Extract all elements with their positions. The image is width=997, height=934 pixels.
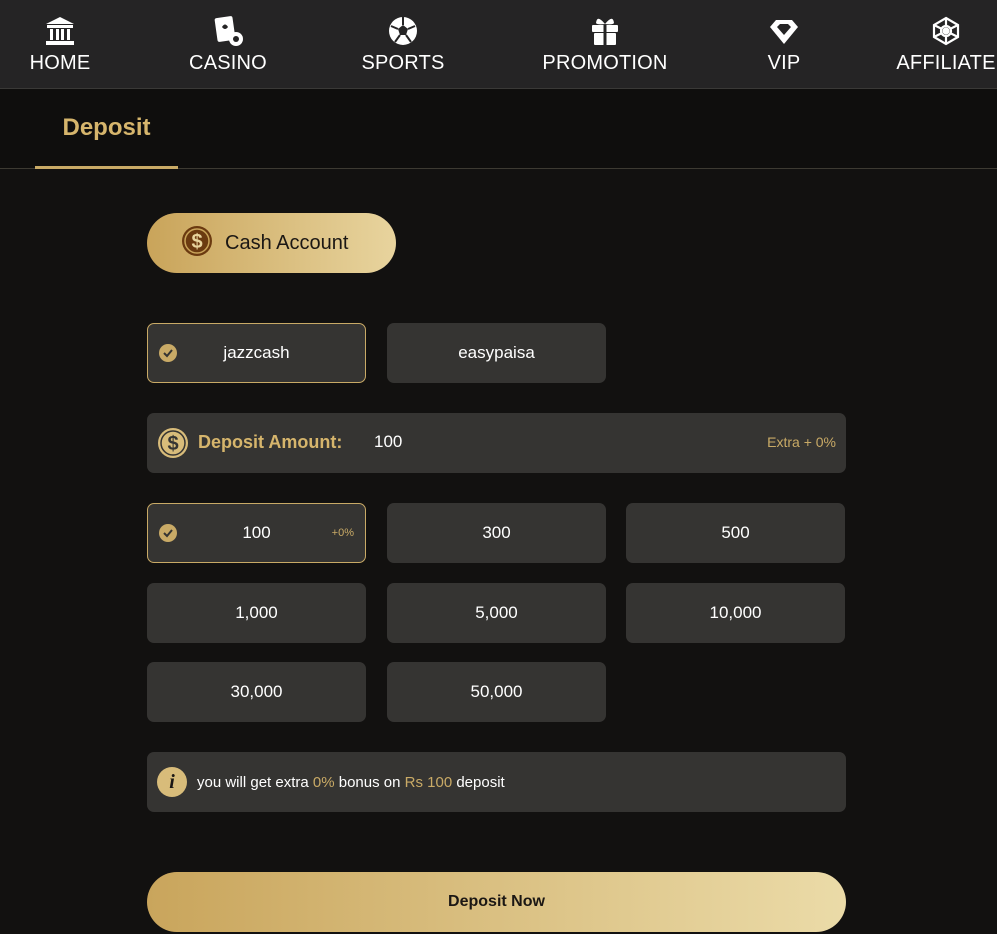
svg-text:$: $ bbox=[167, 433, 178, 455]
network-icon bbox=[929, 14, 963, 48]
nav-sports[interactable]: SPORTS bbox=[361, 0, 445, 89]
amount-option[interactable]: 1,000 bbox=[147, 583, 366, 643]
nav-affiliate[interactable]: AFFILIATE bbox=[896, 0, 996, 89]
nav-home-label: HOME bbox=[29, 52, 91, 74]
check-icon bbox=[159, 344, 177, 362]
deposit-now-button[interactable]: Deposit Now bbox=[147, 872, 846, 932]
amount-option[interactable]: 5,000 bbox=[387, 583, 606, 643]
amount-option-label: 1,000 bbox=[235, 603, 278, 622]
tab-bar: Deposit bbox=[0, 89, 997, 169]
nav-sports-label: SPORTS bbox=[361, 52, 445, 74]
info-suffix: deposit bbox=[452, 773, 505, 791]
diamond-icon bbox=[767, 14, 801, 48]
top-nav: HOME CASINO SPORTS PROMOTION VIP AFFILIA… bbox=[0, 0, 997, 89]
amount-option[interactable]: 100 +0% bbox=[147, 503, 366, 563]
deposit-amount-input[interactable] bbox=[374, 432, 674, 452]
cards-icon bbox=[211, 14, 245, 48]
nav-home[interactable]: HOME bbox=[28, 0, 92, 89]
bank-icon bbox=[43, 14, 77, 48]
info-bonus: 0% bbox=[312, 773, 335, 791]
amount-option-label: 500 bbox=[721, 523, 750, 542]
nav-casino[interactable]: CASINO bbox=[188, 0, 268, 89]
nav-vip-label: VIP bbox=[767, 52, 801, 74]
tab-deposit[interactable]: Deposit bbox=[35, 89, 178, 169]
nav-promotion[interactable]: PROMOTION bbox=[540, 0, 670, 89]
amount-option-label: 100 bbox=[242, 523, 271, 542]
amount-option[interactable]: 300 bbox=[387, 503, 606, 563]
info-icon: i bbox=[157, 767, 187, 797]
bonus-info-text: you will get extra 0% bonus on Rs 100 de… bbox=[197, 774, 505, 791]
amount-option-label: 10,000 bbox=[709, 603, 762, 622]
amount-option[interactable]: 10,000 bbox=[626, 583, 845, 643]
info-amount: Rs 100 bbox=[404, 773, 453, 791]
info-middle: bonus on bbox=[334, 773, 405, 791]
amount-option-label: 5,000 bbox=[475, 603, 518, 622]
payment-easypaisa[interactable]: easypaisa bbox=[387, 323, 606, 383]
nav-promotion-label: PROMOTION bbox=[542, 52, 668, 74]
amount-option-label: 50,000 bbox=[470, 682, 523, 701]
amount-option[interactable]: 50,000 bbox=[387, 662, 606, 722]
svg-text:$: $ bbox=[191, 231, 202, 253]
nav-vip[interactable]: VIP bbox=[763, 0, 805, 89]
amount-option[interactable]: 30,000 bbox=[147, 662, 366, 722]
amount-bonus-badge: +0% bbox=[331, 527, 354, 539]
dollar-coin-icon: $ bbox=[157, 427, 189, 464]
payment-jazzcash[interactable]: jazzcash bbox=[147, 323, 366, 383]
info-prefix: you will get extra bbox=[197, 773, 313, 791]
gift-icon bbox=[588, 14, 622, 48]
dollar-coin-icon: $ bbox=[181, 225, 213, 262]
amount-option-label: 300 bbox=[482, 523, 511, 542]
deposit-amount-label: Deposit Amount: bbox=[198, 432, 343, 452]
payment-label: easypaisa bbox=[458, 343, 535, 362]
soccer-ball-icon bbox=[386, 14, 420, 48]
amount-option[interactable]: 500 bbox=[626, 503, 845, 563]
extra-bonus-text: Extra + 0% bbox=[767, 434, 836, 450]
payment-label: jazzcash bbox=[223, 343, 290, 362]
amount-option-label: 30,000 bbox=[230, 682, 283, 701]
nav-casino-label: CASINO bbox=[189, 52, 267, 74]
bonus-info: i you will get extra 0% bonus on Rs 100 … bbox=[147, 752, 846, 812]
cash-account-button[interactable]: $ Cash Account bbox=[147, 213, 396, 273]
nav-affiliate-label: AFFILIATE bbox=[896, 52, 996, 74]
cash-account-label: Cash Account bbox=[225, 231, 349, 254]
deposit-amount-row: $ Deposit Amount: Extra + 0% bbox=[147, 413, 846, 473]
check-icon bbox=[159, 524, 177, 542]
